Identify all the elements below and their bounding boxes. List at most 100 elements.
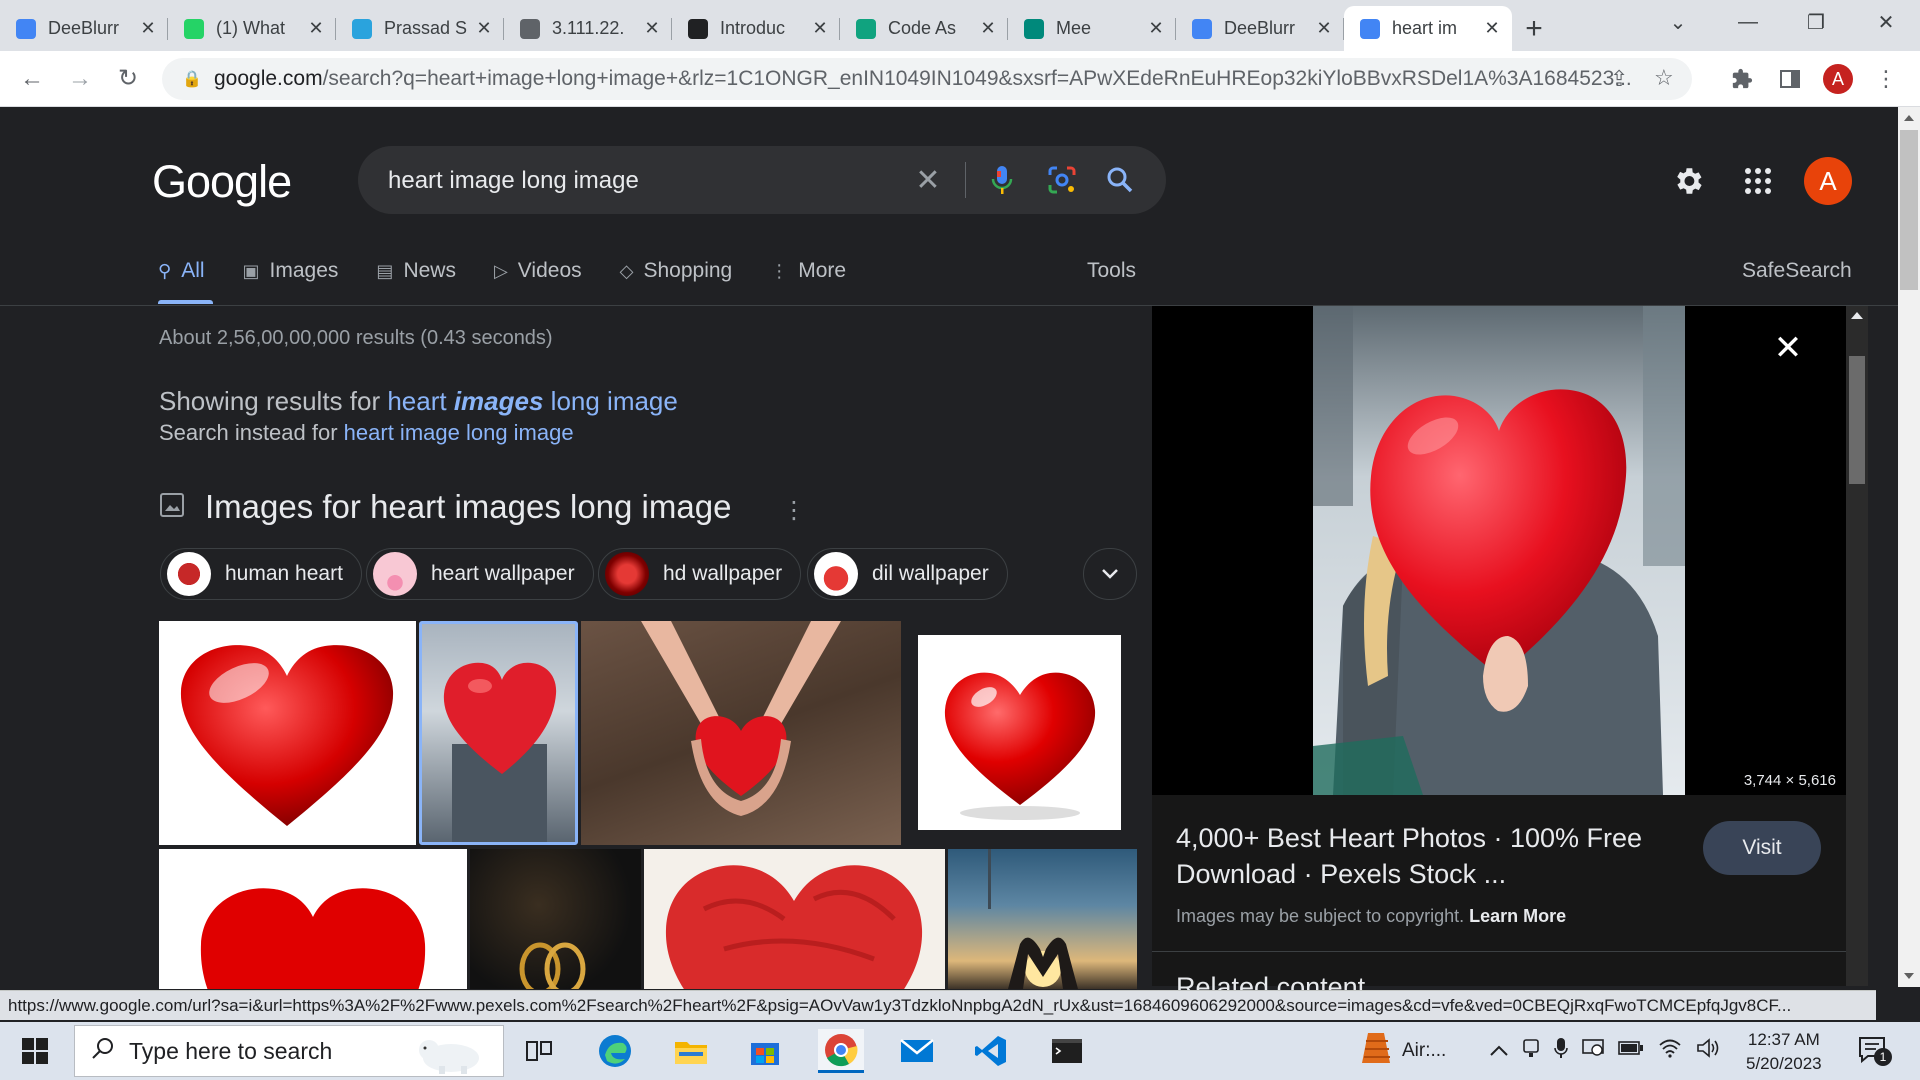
chip-heart-wallpaper[interactable]: heart wallpaper: [366, 548, 594, 600]
battery-icon[interactable]: [1618, 1040, 1644, 1062]
image-result-couple-heart-balloon[interactable]: [419, 621, 578, 845]
reload-button[interactable]: ↻: [104, 59, 152, 99]
scroll-up-arrow-icon[interactable]: [1851, 312, 1863, 319]
rings-image: [519, 942, 586, 989]
side-panel-icon[interactable]: [1770, 59, 1810, 99]
search-icon[interactable]: [1102, 162, 1138, 198]
corrected-query-link[interactable]: heart images long image: [387, 386, 678, 416]
image-result-glossy-heart[interactable]: [159, 621, 416, 845]
close-tab-icon[interactable]: ✕: [642, 18, 662, 39]
image-result-3d-heart[interactable]: [918, 635, 1121, 830]
browser-tab[interactable]: DeeBlurr ✕: [1176, 6, 1344, 51]
close-tab-icon[interactable]: ✕: [138, 18, 158, 39]
settings-gear-icon[interactable]: [1668, 161, 1708, 201]
image-result-flat-heart[interactable]: [159, 849, 467, 989]
search-divider: [965, 162, 966, 198]
original-query-link[interactable]: heart image long image: [344, 420, 574, 445]
browser-tab[interactable]: DeeBlurr ✕: [0, 6, 168, 51]
tab-images[interactable]: ▣ Images: [243, 256, 339, 286]
mail-icon[interactable]: [894, 1029, 940, 1073]
tab-more[interactable]: ⋮ More: [770, 256, 846, 286]
edge-icon[interactable]: [592, 1029, 638, 1073]
close-tab-icon[interactable]: ✕: [306, 18, 326, 39]
browser-tab[interactable]: 3.111.22. ✕: [504, 6, 672, 51]
page-scrollbar-thumb[interactable]: [1900, 130, 1918, 290]
browser-tab[interactable]: Mee ✕: [1008, 6, 1176, 51]
wifi-icon[interactable]: [1658, 1038, 1682, 1064]
close-window-button[interactable]: ✕: [1856, 0, 1916, 45]
notification-center-icon[interactable]: 1: [1858, 1036, 1892, 1069]
back-button[interactable]: ←: [8, 59, 56, 99]
close-tab-icon[interactable]: ✕: [1482, 18, 1502, 39]
file-explorer-icon[interactable]: [668, 1029, 714, 1073]
close-tab-icon[interactable]: ✕: [474, 18, 494, 39]
microphone-icon[interactable]: [984, 162, 1020, 198]
clock[interactable]: 12:37 AM 5/20/2023: [1746, 1028, 1822, 1076]
close-tab-icon[interactable]: ✕: [978, 18, 998, 39]
display-tray-icon[interactable]: [1582, 1038, 1604, 1064]
apps-grid-icon[interactable]: [1738, 161, 1778, 201]
profile-button[interactable]: A: [1818, 59, 1858, 99]
minimize-button[interactable]: —: [1718, 0, 1778, 45]
new-tab-button[interactable]: +: [1512, 6, 1556, 51]
taskbar-search-box[interactable]: Type here to search: [74, 1025, 504, 1077]
browser-tab[interactable]: heart im ✕: [1344, 6, 1512, 51]
forward-button[interactable]: →: [56, 59, 104, 99]
tab-search-chevron-icon[interactable]: ⌄: [1648, 0, 1708, 45]
chip-dil-wallpaper[interactable]: dil wallpaper: [807, 548, 1008, 600]
extensions-icon[interactable]: [1722, 59, 1762, 99]
image-result-hands-sunset[interactable]: [948, 849, 1137, 989]
visit-button[interactable]: Visit: [1703, 821, 1821, 875]
tab-shopping[interactable]: ◇ Shopping: [620, 256, 733, 286]
account-avatar[interactable]: A: [1804, 157, 1852, 205]
tab-news[interactable]: ▤ News: [376, 256, 456, 286]
google-logo[interactable]: Google: [152, 156, 292, 208]
search-box[interactable]: heart image long image ✕: [358, 146, 1166, 214]
images-more-options-icon[interactable]: ⋮: [782, 496, 806, 525]
browser-tab[interactable]: Code As ✕: [840, 6, 1008, 51]
microsoft-store-icon[interactable]: [742, 1029, 788, 1073]
preview-title-link[interactable]: 4,000+ Best Heart Photos · 100% Free Dow…: [1176, 820, 1656, 892]
restore-button[interactable]: ❐: [1786, 0, 1846, 45]
url-text[interactable]: google.com/search?q=heart+image+long+ima…: [214, 67, 1644, 91]
browser-tab[interactable]: (1) What ✕: [168, 6, 336, 51]
search-input[interactable]: heart image long image: [388, 167, 639, 195]
terminal-icon[interactable]: [1044, 1029, 1090, 1073]
expand-chips-chevron-icon[interactable]: [1083, 548, 1137, 600]
close-preview-icon[interactable]: ✕: [1768, 328, 1808, 368]
task-view-icon[interactable]: [516, 1029, 562, 1073]
learn-more-link[interactable]: Learn More: [1469, 906, 1566, 926]
preview-image-area[interactable]: ✕ 3,744 × 5,616: [1152, 306, 1846, 795]
share-icon[interactable]: ⇪: [1610, 66, 1628, 92]
bookmark-star-icon[interactable]: ☆: [1654, 65, 1674, 91]
close-tab-icon[interactable]: ✕: [1314, 18, 1334, 39]
address-bar[interactable]: 🔒 google.com/search?q=heart+image+long+i…: [162, 58, 1692, 100]
close-tab-icon[interactable]: ✕: [1146, 18, 1166, 39]
tab-videos[interactable]: ▷ Videos: [494, 256, 582, 286]
tray-chevron-up-icon[interactable]: [1490, 1040, 1508, 1062]
preview-scrollbar-thumb[interactable]: [1849, 356, 1865, 484]
image-result-hands-heart[interactable]: [581, 621, 901, 845]
tab-all[interactable]: ⚲ All: [158, 256, 205, 286]
weather-widget[interactable]: Air:...: [1362, 1022, 1446, 1080]
meet-present-icon[interactable]: [1522, 1038, 1540, 1064]
chip-hd-wallpaper[interactable]: hd wallpaper: [598, 548, 802, 600]
browser-tab[interactable]: Prassad S ✕: [336, 6, 504, 51]
safesearch-button[interactable]: SafeSearch: [1742, 259, 1852, 283]
chrome-icon[interactable]: [818, 1029, 864, 1073]
lens-icon[interactable]: [1044, 162, 1080, 198]
vscode-icon[interactable]: [968, 1029, 1014, 1073]
windows-start-icon[interactable]: [14, 1034, 56, 1068]
image-result-painted-heart[interactable]: [644, 849, 945, 989]
microphone-tray-icon[interactable]: [1554, 1037, 1568, 1065]
clear-icon[interactable]: ✕: [910, 162, 946, 198]
chip-human-heart[interactable]: human heart: [160, 548, 362, 600]
close-tab-icon[interactable]: ✕: [810, 18, 830, 39]
tools-button[interactable]: Tools: [1087, 259, 1136, 283]
page-scroll-down-icon[interactable]: [1904, 973, 1914, 979]
volume-icon[interactable]: [1696, 1038, 1720, 1064]
page-scroll-up-icon[interactable]: [1904, 115, 1914, 121]
image-result-gold-rings[interactable]: [470, 849, 641, 989]
menu-kebab-icon[interactable]: ⋮: [1866, 59, 1906, 99]
browser-tab[interactable]: Introduc ✕: [672, 6, 840, 51]
